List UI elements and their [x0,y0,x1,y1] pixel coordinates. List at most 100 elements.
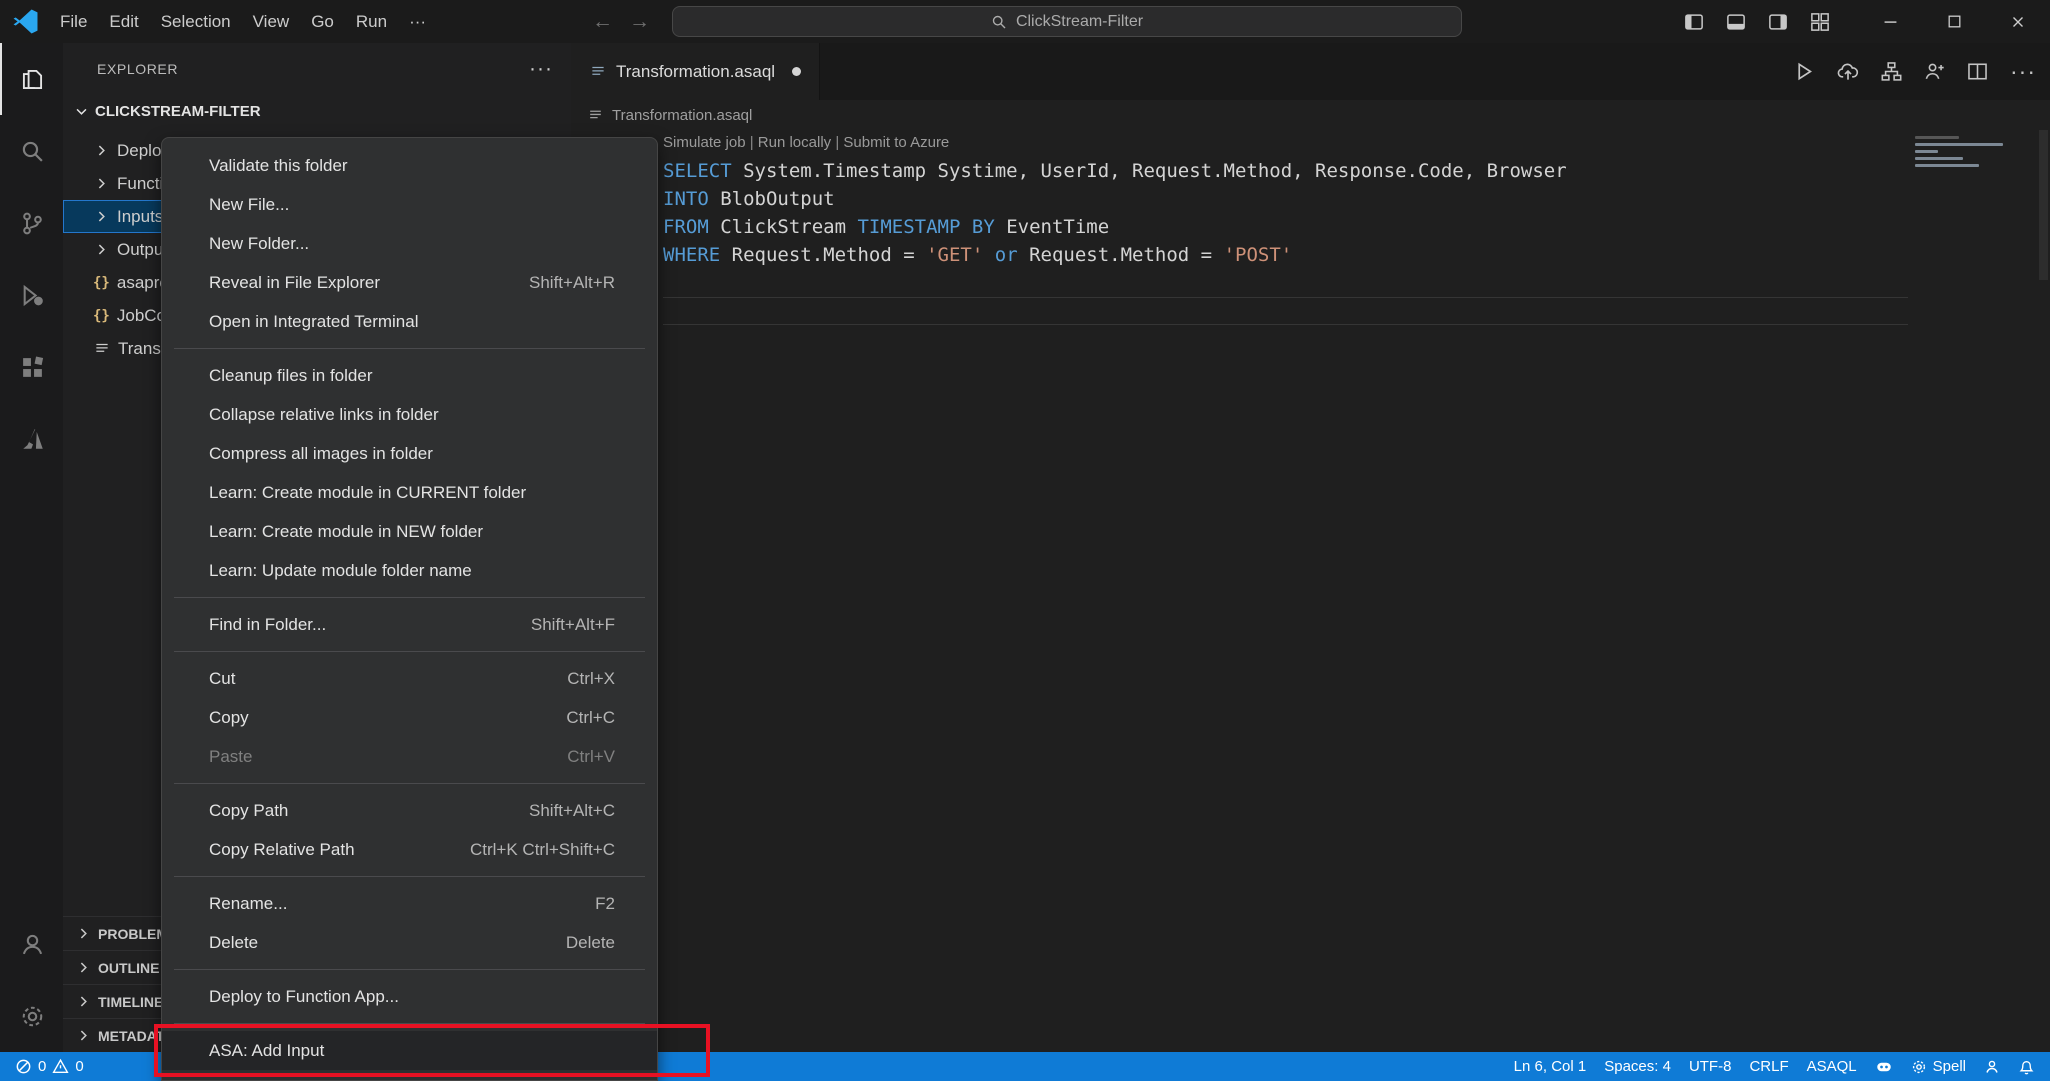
files-icon [20,67,45,92]
add-account-button[interactable] [1924,61,1945,82]
menu-separator [174,876,645,877]
context-menu-shortcut: Shift+Alt+F [530,614,615,634]
context-menu-item-compress-all-images-in-folder[interactable]: Compress all images in folder [162,434,657,473]
maximize-button[interactable] [1922,0,1986,43]
status-copilot[interactable] [1866,1052,1902,1081]
menu-go[interactable]: Go [300,0,345,43]
run-button[interactable] [1794,61,1815,82]
minimize-button[interactable] [1858,0,1922,43]
context-menu-item-label: Collapse relative links in folder [209,404,439,424]
toggle-sidebar-icon[interactable] [1684,12,1704,32]
status-eol-label: CRLF [1749,1058,1789,1075]
scm-icon [20,211,45,236]
context-menu-item-learn-update-module-folder-name[interactable]: Learn: Update module folder name [162,551,657,590]
chev-r-icon [75,925,92,942]
menu-run[interactable]: Run [345,0,398,43]
close-button[interactable] [1986,0,2050,43]
gear-sm-icon [1911,1059,1927,1075]
context-menu-item-rename[interactable]: Rename... F2 [162,884,657,923]
status-feedback[interactable] [1975,1052,2009,1081]
status-eol[interactable]: CRLF [1740,1052,1797,1081]
status-encoding[interactable]: UTF-8 [1680,1052,1741,1081]
status-language-mode[interactable]: ASAQL [1798,1052,1866,1081]
minimap-line [1915,136,1959,139]
vscode-window: File Edit Selection View Go Run ··· ← → ClickS… [0,0,2050,1081]
context-menu-item-label: Copy [209,707,249,727]
activitybar-accounts[interactable] [0,908,63,980]
code-line: SELECT System.Timestamp Systime, UserId,… [663,160,1567,182]
activitybar-settings[interactable] [0,980,63,1052]
folder-root[interactable]: CLICKSTREAM-FILTER [63,95,571,128]
editor[interactable]: Simulate job | Run locally | Submit to A… [571,130,2050,1052]
context-menu-item-copy-path[interactable]: Copy Path Shift+Alt+C [162,791,657,830]
context-menu-item-learn-create-module-in-new-folder[interactable]: Learn: Create module in NEW folder [162,512,657,551]
codelens-separator: | [745,134,758,151]
split-editor-button[interactable] [1967,61,1988,82]
context-menu-item-new-folder[interactable]: New Folder... [162,224,657,263]
gear-icon [20,1004,45,1029]
activitybar-extensions[interactable] [0,331,63,403]
context-menu-item-reveal-in-file-explorer[interactable]: Reveal in File Explorer Shift+Alt+R [162,263,657,302]
menu-view[interactable]: View [242,0,301,43]
minimap-line [1915,150,1939,153]
codelens-simulate-job[interactable]: Simulate job [663,134,746,151]
toggle-secondary-sidebar-icon[interactable] [1768,12,1788,32]
activitybar-source-control[interactable] [0,187,63,259]
context-menu-item-copy-relative-path[interactable]: Copy Relative Path Ctrl+K Ctrl+Shift+C [162,830,657,869]
menu-selection[interactable]: Selection [150,0,242,43]
chevron-down-icon [73,103,90,120]
context-menu-item-collapse-relative-links-in-folder[interactable]: Collapse relative links in folder [162,395,657,434]
context-menu-item-learn-create-module-in-current-folder[interactable]: Learn: Create module in CURRENT folder [162,473,657,512]
minimap[interactable] [1915,136,2007,171]
minimap-line [1915,143,2003,146]
back-arrow-icon[interactable]: ← [592,10,613,34]
context-menu-item-find-in-folder[interactable]: Find in Folder... Shift+Alt+F [162,605,657,644]
context-menu-item-label: Paste [209,746,253,766]
tab-transformation-asaql[interactable]: Transformation.asaql [571,43,821,100]
context-menu-item-cleanup-files-in-folder[interactable]: Cleanup files in folder [162,356,657,395]
status-notifications[interactable] [2009,1052,2044,1081]
activitybar-run-debug[interactable] [0,259,63,331]
status-indentation[interactable]: Spaces: 4 [1595,1052,1680,1081]
menu-overflow[interactable]: ··· [398,0,437,43]
explorer-more-actions-icon[interactable]: ··· [529,57,553,81]
status-cursor-position[interactable]: Ln 6, Col 1 [1505,1052,1596,1081]
activitybar-search[interactable] [0,115,63,187]
context-menu-item-new-file[interactable]: New File... [162,185,657,224]
command-center-search[interactable]: ClickStream-Filter [672,6,1462,37]
context-menu-item-cut[interactable]: Cut Ctrl+X [162,659,657,698]
diagram-icon [1881,61,1902,82]
context-menu-item-deploy-to-function-app[interactable]: Deploy to Function App... [162,977,657,1016]
status-spell-checker[interactable]: Spell [1902,1052,1975,1081]
codelens-submit-to-azure[interactable]: Submit to Azure [843,134,949,151]
context-menu-item-copy[interactable]: Copy Ctrl+C [162,698,657,737]
search-icon [20,139,45,164]
upload-to-azure-button[interactable] [1837,61,1859,83]
status-problems[interactable]: 0 0 [6,1052,93,1081]
breadcrumb[interactable]: Transformation.asaql [571,100,2050,130]
context-menu-item-label: Rename... [209,893,288,913]
activitybar-explorer[interactable] [0,43,63,115]
context-menu-item-label: Cut [209,668,236,688]
context-menu-shortcut: Delete [565,932,615,952]
context-menu-item-delete[interactable]: Delete Delete [162,923,657,962]
menu-file[interactable]: File [49,0,98,43]
menu-edit[interactable]: Edit [98,0,149,43]
minimap-line [1915,164,1980,167]
forward-arrow-icon[interactable]: → [629,10,650,34]
customize-layout-icon[interactable] [1810,12,1830,32]
context-menu-item-open-in-integrated-terminal[interactable]: Open in Integrated Terminal [162,302,657,341]
chev-r-icon [75,959,92,976]
modified-indicator[interactable] [792,67,802,76]
code-line: WHERE Request.Method = 'GET' or Request.… [663,244,1293,266]
toggle-panel-icon[interactable] [1726,12,1746,32]
query-diagram-button[interactable] [1881,61,1902,82]
context-menu-item-validate-this-folder[interactable]: Validate this folder [162,146,657,185]
codelens: Simulate job | Run locally | Submit to A… [663,134,949,151]
file-icon [589,63,607,81]
editor-scrollbar[interactable] [2039,130,2048,280]
more-actions-icon[interactable]: ··· [2010,58,2036,85]
codelens-run-locally[interactable]: Run locally [758,134,831,151]
code-line: FROM ClickStream TIMESTAMP BY EventTime [663,216,1110,238]
activitybar-azure[interactable] [0,403,63,475]
